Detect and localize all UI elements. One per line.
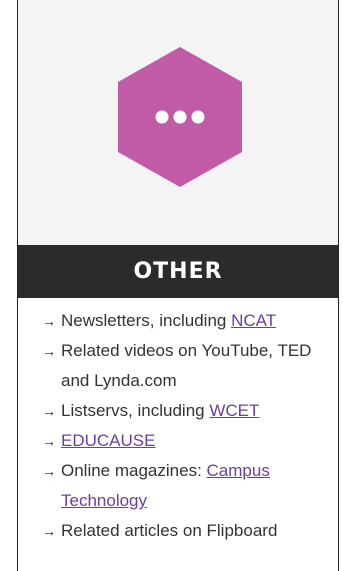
- section-header: OTHER: [18, 245, 338, 298]
- list-item: → EDUCAUSE: [18, 426, 338, 456]
- list-item-text: Online magazines:: [61, 461, 207, 480]
- resource-card: OTHER → Newsletters, including NCAT → Re…: [17, 0, 339, 571]
- resource-list: → Newsletters, including NCAT → Related …: [18, 306, 338, 546]
- list-item-text: Newsletters, including: [61, 311, 232, 330]
- arrow-icon: →: [42, 523, 56, 539]
- section-title: OTHER: [133, 259, 223, 284]
- icon-panel: [18, 0, 338, 245]
- list-item: → Online magazines: Campus Technology: [18, 456, 338, 516]
- ncat-link[interactable]: NCAT: [231, 311, 276, 330]
- arrow-icon: →: [42, 463, 56, 479]
- list-item: → Related articles on Flipboard: [18, 516, 338, 546]
- more-dots-icon: [118, 47, 242, 187]
- educause-link[interactable]: EDUCAUSE: [61, 431, 155, 450]
- list-item: → Related videos on YouTube, TED and Lyn…: [18, 336, 338, 396]
- list-item-text: Related articles on Flipboard: [61, 521, 278, 540]
- list-item-text: Listservs, including: [61, 401, 210, 420]
- list-item: → Newsletters, including NCAT: [18, 306, 338, 336]
- wcet-link[interactable]: WCET: [209, 401, 259, 420]
- arrow-icon: →: [42, 343, 56, 359]
- arrow-icon: →: [42, 313, 56, 329]
- arrow-icon: →: [42, 403, 56, 419]
- list-item: → Listservs, including WCET: [18, 396, 338, 426]
- arrow-icon: →: [42, 433, 56, 449]
- list-item-text: Related videos on YouTube, TED and Lynda…: [61, 341, 312, 390]
